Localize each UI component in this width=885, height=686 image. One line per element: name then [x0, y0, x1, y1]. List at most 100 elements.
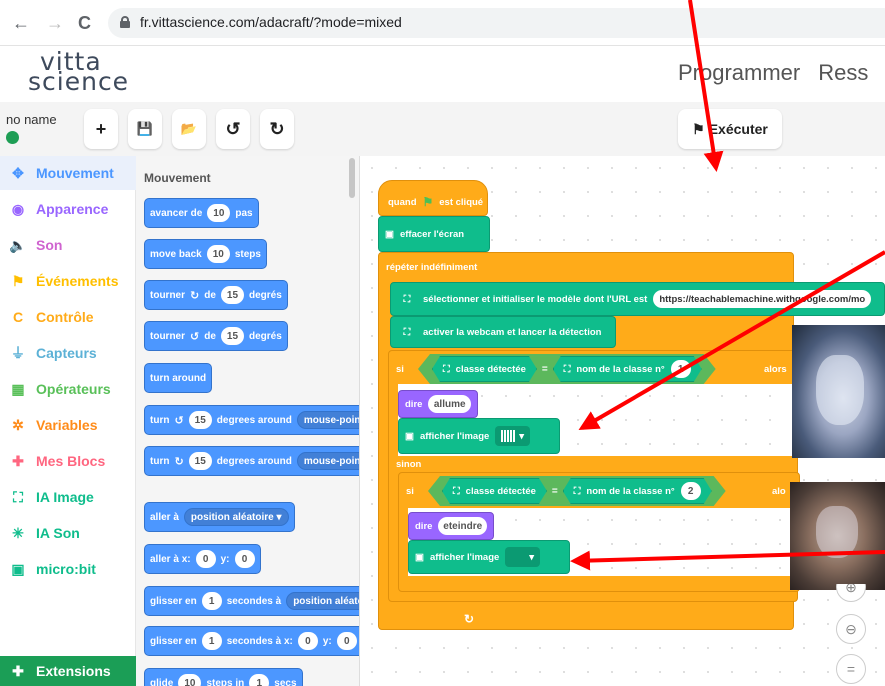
block-turn-around[interactable]: turn around [144, 363, 213, 393]
undo-button[interactable]: ↺ [216, 109, 250, 149]
condition-2[interactable]: ⛶ classe détectée = ⛶ nom de la classe n° 2 [428, 476, 726, 506]
model-url-input[interactable]: https://teachablemachine.withgoogle.com/… [653, 290, 872, 308]
block-input[interactable]: 0 [336, 632, 357, 650]
reload-icon[interactable]: C [78, 12, 91, 34]
nav-programmer[interactable]: Programmer [678, 60, 800, 85]
block-clear-screen[interactable]: ▣ effacer l'écran [378, 216, 490, 252]
vittascience-logo[interactable]: vitta science [28, 49, 129, 94]
block-move-back[interactable]: move back 10 steps [144, 239, 267, 269]
block-say-eteindre[interactable]: dire eteindre [408, 512, 494, 540]
category-ia-image[interactable]: ⛶ IA Image [0, 480, 136, 514]
category-ia-son[interactable]: ✳ IA Son [0, 516, 136, 550]
block-turn-right[interactable]: tourner ↻ de 15 degrés [144, 280, 288, 310]
block-glide-steps[interactable]: glide 10 steps in 1 secs [144, 668, 303, 686]
block-input[interactable]: 0 [297, 632, 318, 650]
category-label: Variables [36, 417, 98, 433]
forever-label: répéter indéfiniment [380, 258, 483, 276]
zoom-reset-button[interactable]: = [836, 654, 866, 684]
block-dropdown[interactable]: position aléato [286, 592, 359, 610]
class-name-reporter[interactable]: ⛶ nom de la classe n° 1 [553, 356, 702, 382]
palette-title: Mouvement [144, 171, 211, 185]
block-show-image-2[interactable]: ▣ afficher l'image ▾ [408, 540, 570, 574]
zoom-out-button[interactable]: ⊖ [836, 614, 866, 644]
microbit-icon: ▣ [415, 551, 424, 563]
image-selector[interactable]: ▾ [495, 426, 531, 446]
category-son[interactable]: 🔈 Son [0, 228, 136, 262]
block-text: tourner [150, 289, 185, 301]
sensor-icon: ⏚ [11, 345, 25, 361]
block-input[interactable]: 15 [220, 286, 245, 304]
block-text: y: [220, 553, 230, 565]
nav-ressources[interactable]: Ress [818, 60, 868, 85]
block-text: secondes à x: [226, 635, 293, 647]
category-evenements[interactable]: ⚑ Événements [0, 264, 136, 298]
open-button[interactable]: 📂 [172, 109, 206, 149]
block-dropdown[interactable]: position aléatoire ▾ [183, 508, 289, 526]
block-text: dire [405, 398, 423, 410]
category-microbit[interactable]: ▣ micro:bit [0, 552, 136, 586]
new-project-button[interactable]: + [84, 109, 118, 149]
say-input[interactable]: allume [428, 395, 471, 413]
say-input[interactable]: eteindre [438, 517, 487, 535]
extensions-button[interactable]: ✚ Extensions [0, 656, 136, 686]
image-selector[interactable]: ▾ [505, 547, 541, 567]
block-turn-around-left[interactable]: turn ↺ 15 degrees around mouse-poin [144, 405, 359, 435]
block-show-image-1[interactable]: ▣ afficher l'image ▾ [398, 418, 560, 454]
category-apparence[interactable]: ◉ Apparence [0, 192, 136, 226]
category-capteurs[interactable]: ⏚ Capteurs [0, 336, 136, 370]
block-input[interactable]: 1 [249, 674, 270, 686]
category-controle[interactable]: C Contrôle [0, 300, 136, 334]
block-select-model[interactable]: ⛶ sélectionner et initialiser le modèle d… [390, 282, 885, 316]
back-icon[interactable]: ← [12, 12, 30, 34]
project-name[interactable]: no name [6, 112, 57, 127]
block-say-allume[interactable]: dire allume [398, 390, 478, 418]
category-menu: ✥ Mouvement ◉ Apparence 🔈 Son ⚑ Événements C… [0, 156, 136, 686]
block-turn-around-right[interactable]: turn ↻ 15 degrees around mouse-poin [144, 446, 359, 476]
block-input[interactable]: 0 [195, 550, 216, 568]
block-glide-to[interactable]: glisser en 1 secondes à position aléato [144, 586, 359, 616]
forward-icon[interactable]: → [46, 12, 64, 34]
block-turn-left[interactable]: tourner ↺ de 15 degrés [144, 321, 288, 351]
category-mes-blocs[interactable]: ✚ Mes Blocs [0, 444, 136, 478]
block-go-to-xy[interactable]: aller à x: 0 y: 0 [144, 544, 261, 574]
block-input[interactable]: 1 [201, 632, 222, 650]
flag-icon: ⚑ [692, 120, 705, 137]
block-input[interactable]: 10 [206, 245, 230, 263]
detected-class-reporter[interactable]: ⛶ classe détectée [432, 356, 537, 382]
palette-scrollbar[interactable] [349, 158, 355, 198]
redo-button[interactable]: ↻ [260, 109, 294, 149]
block-text: dire [415, 520, 433, 532]
frame-icon: ⛶ [573, 485, 581, 497]
class-name-reporter[interactable]: ⛶ nom de la classe n° 2 [563, 478, 712, 504]
block-text: effacer l'écran [399, 228, 465, 240]
block-text: si [406, 485, 414, 497]
rotate-left-icon: ↺ [190, 329, 200, 343]
hat-block-label: quand ⚑ est cliqué [382, 192, 489, 212]
block-go-to[interactable]: aller à position aléatoire ▾ [144, 502, 295, 532]
block-input[interactable]: 10 [178, 674, 202, 686]
block-dropdown[interactable]: mouse-poin [296, 452, 359, 470]
block-dropdown[interactable]: mouse-poin [296, 411, 359, 429]
category-mouvement[interactable]: ✥ Mouvement [0, 156, 136, 190]
block-input[interactable]: 15 [188, 452, 212, 470]
class-number-input[interactable]: 1 [671, 360, 691, 378]
save-button[interactable]: 💾 [128, 109, 162, 149]
block-input[interactable]: 10 [207, 204, 231, 222]
block-input[interactable]: 1 [201, 592, 222, 610]
block-text: nom de la classe n° [586, 485, 675, 497]
block-move-forward[interactable]: avancer de 10 pas [144, 198, 259, 228]
detected-class-reporter[interactable]: ⛶ classe détectée [442, 478, 547, 504]
category-variables[interactable]: ✲ Variables [0, 408, 136, 442]
address-bar[interactable]: fr.vittascience.com/adacraft/?mode=mixed [108, 8, 885, 38]
block-input[interactable]: 0 [234, 550, 255, 568]
condition-1[interactable]: ⛶ classe détectée = ⛶ nom de la classe n° 1 [418, 354, 716, 384]
block-activate-webcam[interactable]: ⛶ activer la webcam et lancer la détectio… [390, 316, 616, 348]
block-input[interactable]: 15 [188, 411, 212, 429]
category-operateurs[interactable]: ▦ Opérateurs [0, 372, 136, 406]
block-glide-to-xy[interactable]: glisser en 1 secondes à x: 0 y: 0 [144, 626, 359, 656]
block-input[interactable]: 15 [220, 327, 245, 345]
class-number-input[interactable]: 2 [681, 482, 701, 500]
run-button[interactable]: ⚑ Exécuter [678, 109, 782, 149]
fist-icon [816, 506, 858, 558]
loop-arrow-icon: ↻ [464, 612, 475, 626]
